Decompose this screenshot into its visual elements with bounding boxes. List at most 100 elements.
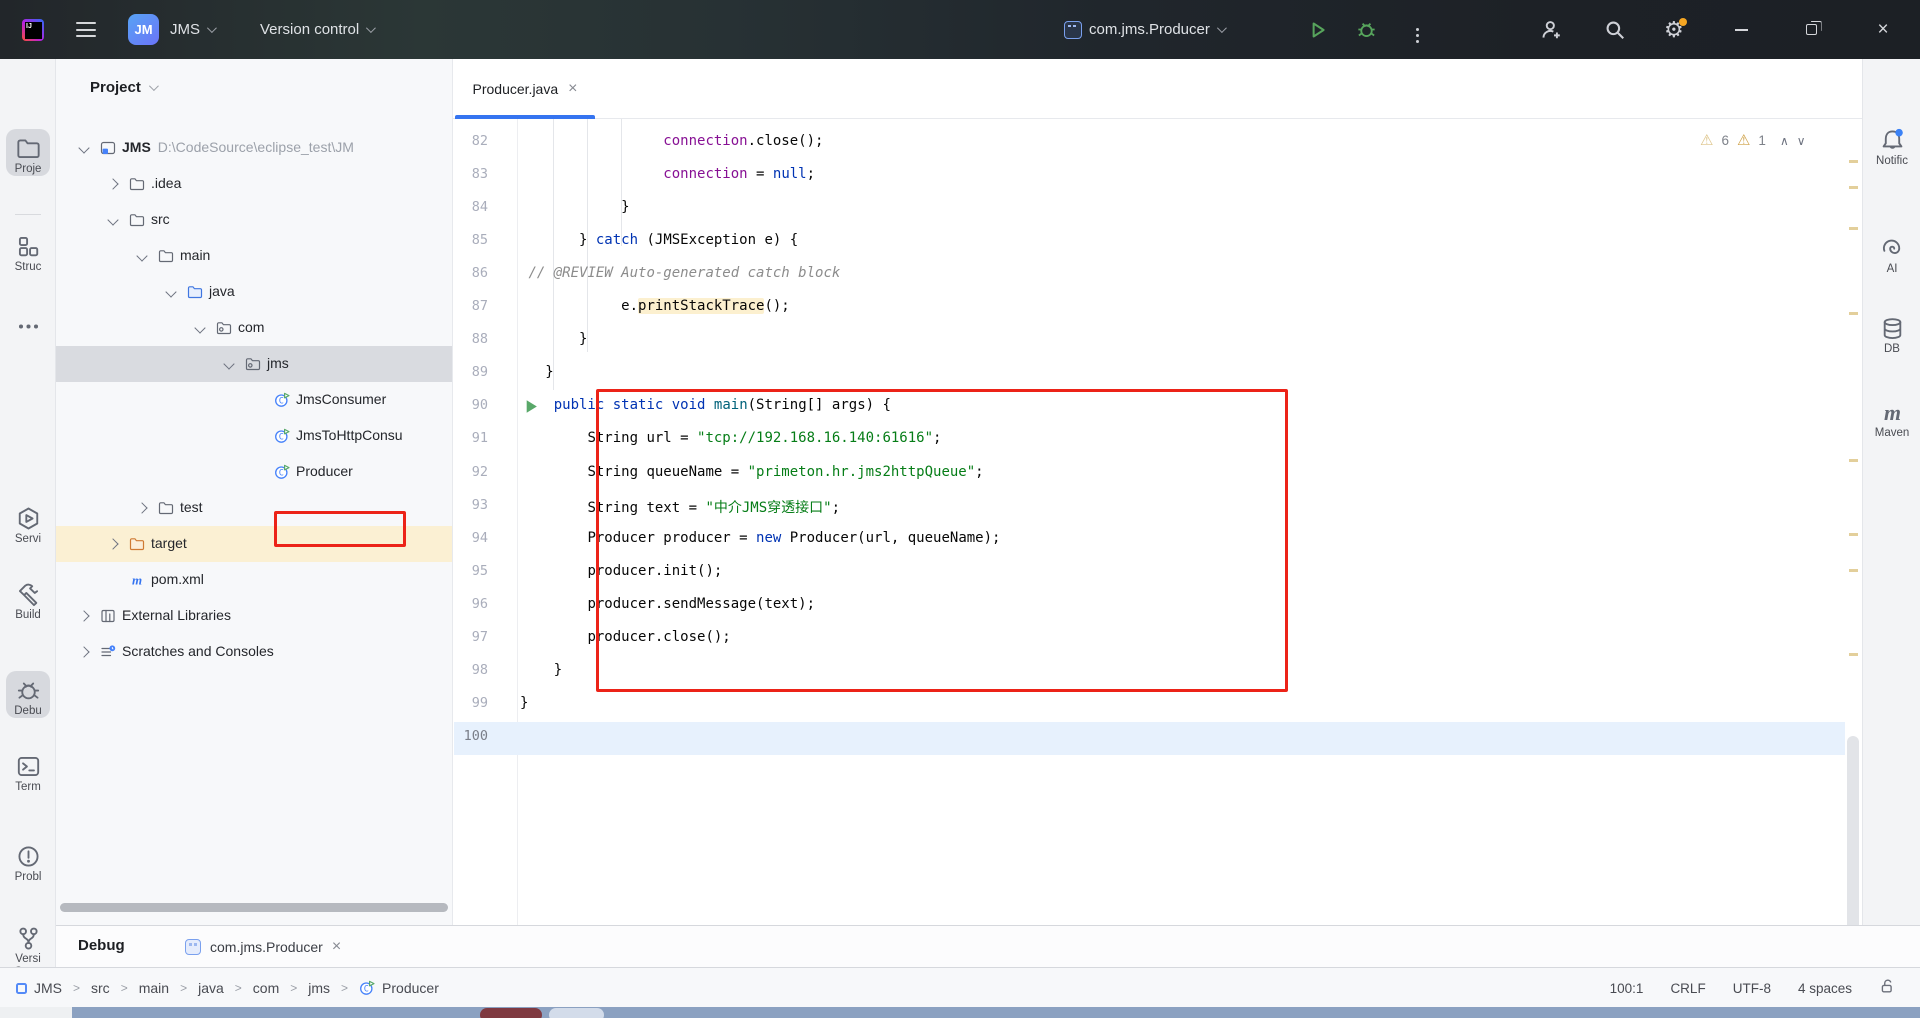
main-menu-icon[interactable] bbox=[76, 22, 96, 42]
tree-collapse-icon[interactable] bbox=[78, 142, 89, 153]
warning-stripe-mark[interactable] bbox=[1849, 653, 1858, 656]
breadcrumb-item-java[interactable]: java bbox=[198, 980, 224, 996]
project-panel-header[interactable]: Project bbox=[90, 79, 156, 96]
project-switcher[interactable]: JMS bbox=[170, 0, 214, 59]
vcs-widget[interactable]: Version control bbox=[260, 0, 373, 59]
code-line-89[interactable]: 89 } bbox=[454, 358, 1845, 391]
stripe-item-ai[interactable]: AI bbox=[1870, 229, 1914, 276]
warning-stripe-mark[interactable] bbox=[1849, 569, 1858, 572]
debug-button[interactable] bbox=[1356, 0, 1377, 59]
tab-producer-java[interactable]: Producer.java × bbox=[455, 59, 595, 119]
tree-item-producer[interactable]: CProducer bbox=[56, 454, 453, 490]
warning-stripe-mark[interactable] bbox=[1849, 227, 1858, 230]
tree-item-main[interactable]: main bbox=[56, 238, 453, 274]
search-everywhere-button[interactable] bbox=[1604, 0, 1626, 59]
vertical-scrollbar[interactable] bbox=[1847, 736, 1859, 941]
warning-stripe-mark[interactable] bbox=[1849, 533, 1858, 536]
next-problem-icon[interactable]: ∨ bbox=[1797, 134, 1806, 148]
breadcrumb-item-main[interactable]: main bbox=[139, 980, 169, 996]
stripe-item-bell[interactable]: Notific bbox=[1870, 121, 1914, 168]
tree-item-src[interactable]: src bbox=[56, 202, 453, 238]
run-button[interactable] bbox=[1308, 0, 1328, 59]
annotation-box-producer bbox=[274, 511, 406, 547]
tree-item-java[interactable]: java bbox=[56, 274, 453, 310]
code-line-99[interactable]: 99} bbox=[454, 689, 1845, 722]
tree-expand-icon[interactable] bbox=[107, 538, 118, 549]
tree-expand-icon[interactable] bbox=[107, 178, 118, 189]
warning-stripe-mark[interactable] bbox=[1849, 312, 1858, 315]
line-number: 99 bbox=[456, 695, 488, 711]
run-configuration-widget[interactable]: com.jms.Producer bbox=[1064, 0, 1224, 59]
code-line-88[interactable]: 88 } bbox=[454, 325, 1845, 358]
tree-collapse-icon[interactable] bbox=[136, 250, 147, 261]
horizontal-scrollbar[interactable] bbox=[60, 903, 448, 912]
prev-problem-icon[interactable]: ∧ bbox=[1780, 134, 1789, 148]
tree-expand-icon[interactable] bbox=[78, 646, 89, 657]
close-button[interactable]: × bbox=[1860, 0, 1906, 59]
status-widget-utf-8[interactable]: UTF-8 bbox=[1733, 981, 1771, 996]
warning-stripe-mark[interactable] bbox=[1849, 160, 1858, 163]
debug-session-tab[interactable]: com.jms.Producer × bbox=[185, 926, 341, 968]
tree-expand-icon[interactable] bbox=[136, 502, 147, 513]
code-line-83[interactable]: 83 connection = null; bbox=[454, 160, 1845, 193]
inspections-widget[interactable]: ⚠ 6 ⚠ 1 ∧ ∨ bbox=[1700, 133, 1806, 148]
tree-item-jms[interactable]: JMSD:\CodeSource\eclipse_test\JM bbox=[56, 130, 453, 166]
restore-button[interactable] bbox=[1788, 0, 1834, 59]
breadcrumb-item-jms[interactable]: JMS bbox=[16, 980, 62, 996]
warning-stripe-mark[interactable] bbox=[1849, 186, 1858, 189]
add-user-icon bbox=[1540, 19, 1562, 41]
stripe-item-structure[interactable]: Struc bbox=[6, 227, 50, 274]
tree-collapse-icon[interactable] bbox=[107, 214, 118, 225]
code-line-85[interactable]: 85 } catch (JMSException e) { bbox=[454, 226, 1845, 259]
tree-item-external-libraries[interactable]: External Libraries bbox=[56, 598, 453, 634]
line-number: 90 bbox=[456, 397, 488, 413]
status-widget-crlf[interactable]: CRLF bbox=[1670, 981, 1705, 996]
project-avatar[interactable]: JM bbox=[128, 14, 159, 45]
settings-button[interactable]: ⚙ bbox=[1664, 0, 1684, 59]
status-widget-4-spaces[interactable]: 4 spaces bbox=[1798, 981, 1852, 996]
code-line-86[interactable]: 86 // @REVIEW Auto-generated catch block bbox=[454, 259, 1845, 292]
code-line-84[interactable]: 84 } bbox=[454, 193, 1845, 226]
tree-collapse-icon[interactable] bbox=[194, 322, 205, 333]
chevron-down-icon bbox=[207, 23, 217, 33]
lock-icon[interactable] bbox=[1879, 978, 1896, 998]
code-line-100[interactable]: 100 bbox=[454, 722, 1845, 755]
stripe-item-db[interactable]: DB bbox=[1870, 309, 1914, 356]
warning-stripe-mark[interactable] bbox=[1849, 459, 1858, 462]
breadcrumb-item-producer[interactable]: CProducer bbox=[359, 980, 439, 996]
folder-java-icon bbox=[187, 284, 203, 300]
breadcrumb-separator: > bbox=[73, 981, 80, 995]
debug-tab-label: com.jms.Producer bbox=[210, 939, 323, 955]
breadcrumb-item-com[interactable]: com bbox=[253, 980, 279, 996]
breadcrumb-item-jms[interactable]: jms bbox=[308, 980, 330, 996]
stripe-item-project[interactable]: Proje bbox=[6, 129, 50, 176]
left-tool-stripe: ProjeStrucServiBuildDebuTermProblVersiCo… bbox=[0, 59, 56, 967]
class-icon: C bbox=[274, 392, 290, 408]
breadcrumb-item-src[interactable]: src bbox=[91, 980, 110, 996]
more-actions-button[interactable] bbox=[1416, 0, 1419, 59]
tree-collapse-icon[interactable] bbox=[223, 358, 234, 369]
stripe-item-terminal[interactable]: Term bbox=[6, 747, 50, 794]
tree-item-scratches-and-consoles[interactable]: Scratches and Consoles bbox=[56, 634, 453, 670]
close-tab-icon[interactable]: × bbox=[332, 938, 341, 956]
tree-item-jms[interactable]: jms bbox=[56, 346, 453, 382]
minimize-button[interactable] bbox=[1718, 0, 1764, 59]
code-line-87[interactable]: 87 e.printStackTrace(); bbox=[454, 292, 1845, 325]
tree-collapse-icon[interactable] bbox=[165, 286, 176, 297]
tree-item-jmstohttpconsu[interactable]: CJmsToHttpConsu bbox=[56, 418, 453, 454]
code-with-me-button[interactable] bbox=[1540, 0, 1562, 59]
tree-item-com[interactable]: com bbox=[56, 310, 453, 346]
stripe-item-services[interactable]: Servi bbox=[6, 499, 50, 546]
stripe-item-debug[interactable]: Debu bbox=[6, 671, 50, 718]
stripe-item-more[interactable] bbox=[6, 307, 50, 341]
tree-item-pom-xml[interactable]: mpom.xml bbox=[56, 562, 453, 598]
stripe-item-maven[interactable]: mMaven bbox=[1870, 393, 1914, 440]
status-widget-100-1[interactable]: 100:1 bbox=[1610, 981, 1644, 996]
tree-item-jmsconsumer[interactable]: CJmsConsumer bbox=[56, 382, 453, 418]
stripe-item-build[interactable]: Build bbox=[6, 575, 50, 622]
code-line-82[interactable]: 82 connection.close(); bbox=[454, 127, 1845, 160]
stripe-item-problems[interactable]: Probl bbox=[6, 837, 50, 884]
close-tab-icon[interactable]: × bbox=[568, 80, 577, 98]
tree-item--idea[interactable]: .idea bbox=[56, 166, 453, 202]
tree-expand-icon[interactable] bbox=[78, 610, 89, 621]
